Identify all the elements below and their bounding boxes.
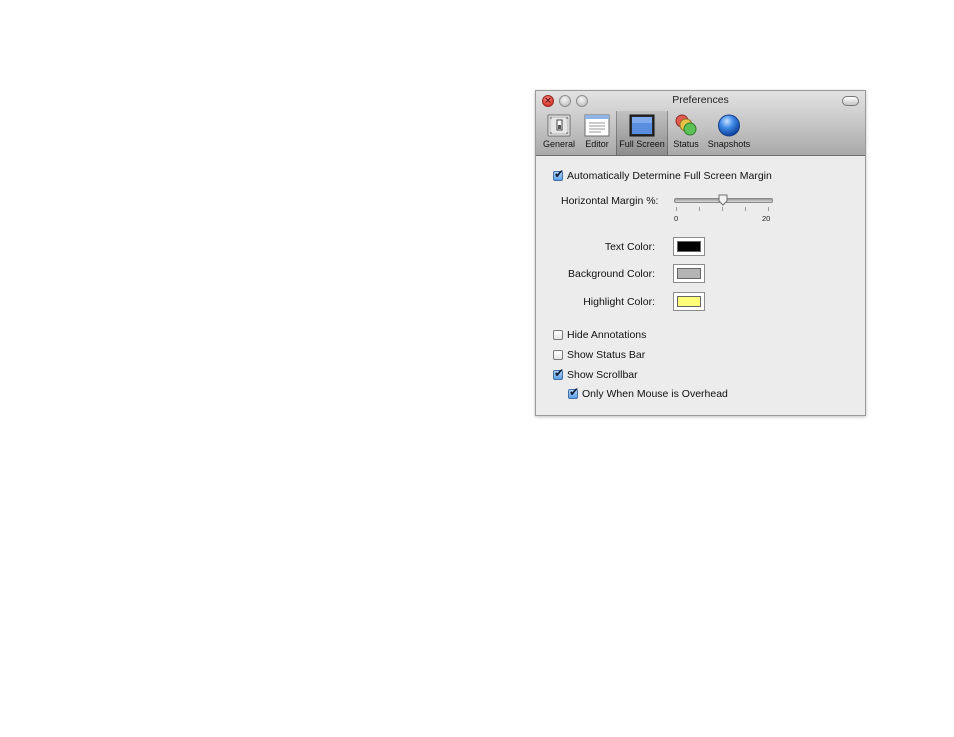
toolbar-item-snapshots[interactable]: Snapshots (705, 114, 753, 154)
toolbar-item-label: Full Screen (619, 139, 665, 149)
toolbar-item-label: Snapshots (707, 139, 751, 149)
hide-annotations-checkbox[interactable] (553, 330, 563, 340)
full-screen-pane: ✔ Automatically Determine Full Screen Ma… (536, 156, 865, 415)
slider-max-label: 20 (762, 214, 771, 223)
toolbar-item-full-screen[interactable]: Full Screen (616, 111, 668, 155)
show-scrollbar-checkbox[interactable]: ✔ (553, 366, 565, 380)
show-status-bar-checkbox[interactable] (553, 350, 563, 360)
window-title: Preferences (672, 94, 729, 106)
text-color-fill (677, 241, 701, 252)
toolbar-item-general[interactable]: General (542, 114, 576, 154)
text-color-well[interactable] (673, 237, 705, 256)
full-screen-icon (629, 114, 655, 137)
toolbar-item-status[interactable]: Status (670, 114, 702, 154)
checkmark-icon: ✔ (554, 167, 565, 181)
checkmark-icon: ✔ (569, 385, 580, 399)
highlight-color-fill (677, 296, 701, 307)
checkmark-icon: ✔ (554, 366, 565, 380)
background-color-label: Background Color: (568, 268, 655, 280)
horizontal-margin-slider-thumb[interactable] (718, 194, 728, 206)
toolbar-item-label: Status (673, 139, 699, 149)
toolbar-toggle-button[interactable] (842, 96, 859, 106)
auto-margin-label: Automatically Determine Full Screen Marg… (567, 170, 772, 182)
preferences-window: × Preferences General Editor Full Screen… (535, 90, 866, 416)
show-scrollbar-label: Show Scrollbar (567, 369, 638, 381)
slider-tick (676, 207, 677, 211)
highlight-color-label: Highlight Color: (583, 296, 655, 308)
text-color-label: Text Color: (604, 241, 655, 253)
only-when-mouse-overhead-label: Only When Mouse is Overhead (582, 388, 728, 400)
slider-tick (768, 207, 769, 211)
snapshots-blue-sphere-icon (716, 114, 742, 137)
background-color-fill (677, 268, 701, 279)
title-toolbar-area: × Preferences General Editor Full Screen… (536, 91, 865, 156)
slider-min-label: 0 (674, 214, 679, 223)
horizontal-margin-label: Horizontal Margin %: (561, 195, 659, 207)
show-status-bar-label: Show Status Bar (567, 349, 646, 361)
toolbar-item-editor[interactable]: Editor (580, 114, 614, 154)
editor-window-icon (584, 114, 610, 137)
status-traffic-lights-icon (673, 114, 699, 137)
slider-tick (722, 207, 723, 211)
background-color-well[interactable] (673, 264, 705, 283)
toolbar-item-label: General (542, 139, 576, 149)
hide-annotations-label: Hide Annotations (567, 329, 647, 341)
auto-margin-checkbox[interactable]: ✔ (553, 167, 565, 181)
highlight-color-well[interactable] (673, 292, 705, 311)
general-switch-icon (546, 114, 572, 137)
slider-tick (745, 207, 746, 211)
slider-tick (699, 207, 700, 211)
toolbar-item-label: Editor (585, 139, 609, 149)
only-when-mouse-overhead-checkbox[interactable]: ✔ (568, 385, 580, 399)
